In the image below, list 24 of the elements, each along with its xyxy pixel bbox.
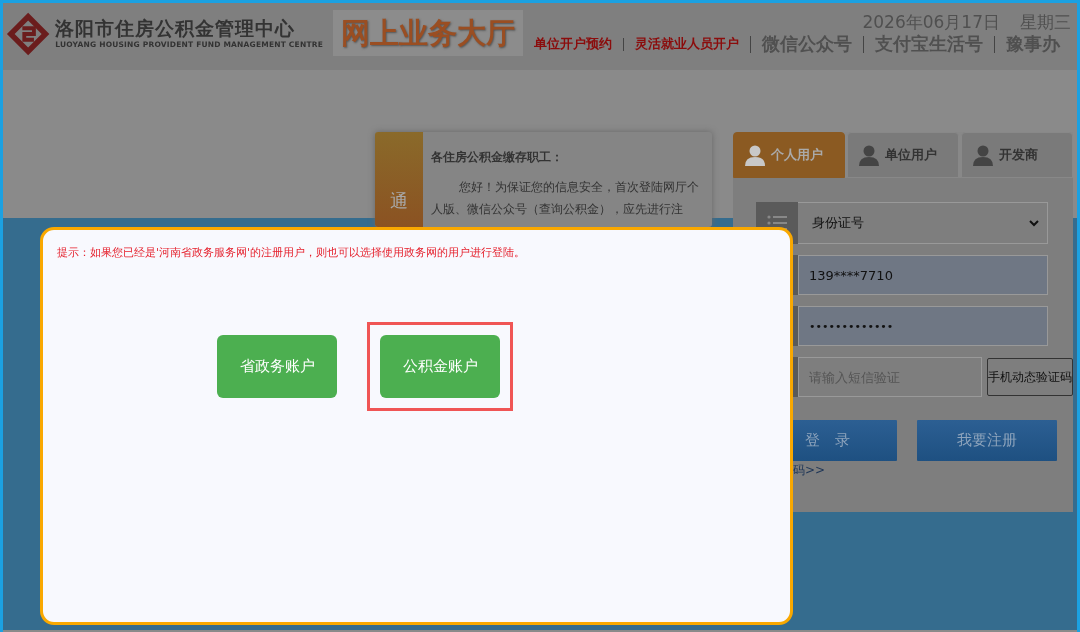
account-option-button[interactable]: 公积金账户 <box>380 334 500 398</box>
id-type-select[interactable]: 身份证号 <box>798 202 1048 244</box>
user-type-tab[interactable]: 个人用户 <box>733 132 845 178</box>
banner-title: 网上业务大厅 <box>333 10 523 57</box>
account-field[interactable]: 139****7710 <box>798 255 1048 295</box>
user-type-tab[interactable]: 单位用户 <box>847 132 959 178</box>
register-button[interactable]: 我要注册 <box>917 420 1057 461</box>
password-field[interactable]: ••••••••••••• <box>798 306 1048 346</box>
notice-tag: 通 <box>390 190 408 211</box>
sms-code-button[interactable]: 手机动态验证码 <box>987 358 1073 396</box>
header-link[interactable]: 灵活就业人员开户 <box>623 38 750 51</box>
notice-text: 您好！为保证您的信息安全，首次登陆网厅个人版、微信公众号（查询公积金），应先进行注 <box>431 179 700 219</box>
account-option-button[interactable]: 省政务账户 <box>217 334 337 398</box>
logo-title: 洛阳市住房公积金管理中心 <box>55 18 297 39</box>
person-icon <box>972 144 994 166</box>
user-type-tab[interactable]: 开发商 <box>961 132 1073 178</box>
logo-icon <box>5 10 52 58</box>
hint-text: 提示：如果您已经是'河南省政务服务网'的注册用户，则也可以选择使用政务网的用户进行登陆。 <box>57 245 526 260</box>
person-icon <box>858 144 880 166</box>
caret-icon <box>1029 219 1039 227</box>
person-icon <box>744 144 766 166</box>
forgot-password-link[interactable]: 码>> <box>793 463 826 477</box>
notice-greeting: 各住房公积金缴存职工： <box>431 149 564 166</box>
header-link[interactable]: 单位开户预约 <box>523 38 623 51</box>
